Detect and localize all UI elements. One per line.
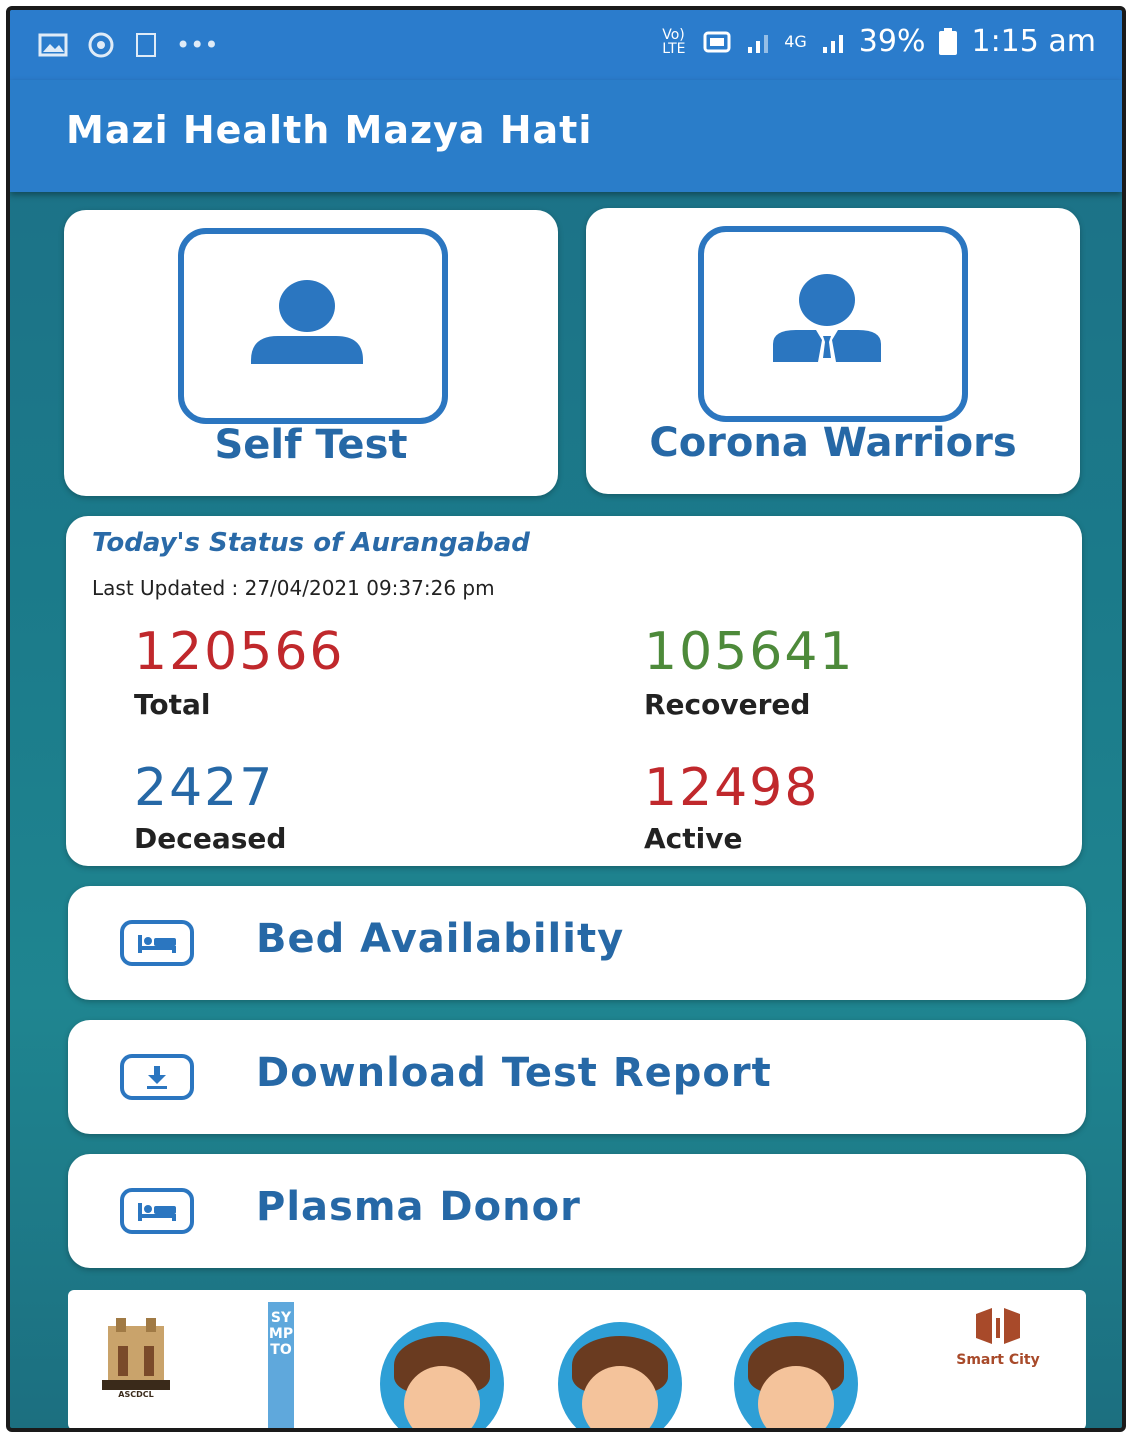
total-value: 120566: [134, 622, 345, 682]
screenshot-icon: [136, 33, 156, 57]
bed-icon: [120, 1188, 194, 1234]
deceased-label: Deceased: [134, 822, 287, 855]
notification-icons: •••: [38, 30, 218, 60]
self-test-label: Self Test: [214, 422, 408, 468]
corona-warriors-icon-box: [698, 226, 968, 422]
bed-icon: [120, 920, 194, 966]
last-updated: Last Updated : 27/04/2021 09:37:26 pm: [92, 576, 495, 600]
system-indicators: Vo) LTE 4G 39% 1:15 am: [662, 24, 1096, 59]
clock: 1:15 am: [971, 24, 1096, 59]
more-notifications-icon: •••: [176, 31, 219, 59]
menu-bed-availability[interactable]: Bed Availability: [68, 886, 1086, 1000]
plasma-donor-label: Plasma Donor: [256, 1184, 581, 1230]
battery-percent: 39%: [858, 24, 926, 59]
download-icon: [120, 1054, 194, 1100]
symptoms-label: SYMPTO: [268, 1302, 294, 1428]
status-bar: ••• Vo) LTE 4G 39% 1:15 am: [10, 10, 1122, 80]
deceased-value: 2427: [134, 758, 275, 818]
recovered-value: 105641: [644, 622, 855, 682]
status-title: Today's Status of Aurangabad: [92, 528, 530, 558]
phone-frame: ••• Vo) LTE 4G 39% 1:15 am Mazi Health M…: [6, 6, 1126, 1432]
signal-icon: [748, 34, 769, 53]
sneezing-child-icon: [380, 1322, 504, 1428]
total-label: Total: [134, 688, 211, 721]
menu-plasma-donor[interactable]: Plasma Donor: [68, 1154, 1086, 1268]
suit-person-icon: [773, 274, 881, 362]
network-type: 4G: [784, 32, 807, 51]
person-icon: [251, 280, 363, 364]
signal-icon-2: [822, 34, 843, 53]
status-card: Today's Status of Aurangabad Last Update…: [66, 516, 1082, 866]
smart-city-label: Smart City: [956, 1352, 1040, 1368]
corona-warriors-tile[interactable]: Corona Warriors: [586, 208, 1080, 494]
gallery-icon: [38, 33, 68, 57]
battery-icon: [939, 27, 958, 55]
cast-icon: [703, 31, 731, 52]
active-value: 12498: [644, 758, 820, 818]
corona-warriors-label: Corona Warriors: [649, 420, 1017, 466]
active-label: Active: [644, 822, 743, 855]
fever-child-icon: [734, 1322, 858, 1428]
ascdcl-logo: ASCDCL: [98, 1316, 174, 1408]
smart-city-logo: Smart City: [948, 1304, 1048, 1414]
headache-child-icon: [558, 1322, 682, 1428]
sync-icon: [88, 32, 114, 58]
recovered-label: Recovered: [644, 688, 811, 721]
menu-download-test-report[interactable]: Download Test Report: [68, 1020, 1086, 1134]
app-title: Mazi Health Mazya Hati: [66, 108, 593, 152]
app-bar: Mazi Health Mazya Hati: [10, 80, 1122, 192]
self-test-tile[interactable]: Self Test: [64, 210, 558, 496]
bed-availability-label: Bed Availability: [256, 916, 625, 962]
download-test-report-label: Download Test Report: [256, 1050, 772, 1096]
self-test-icon-box: [178, 228, 448, 424]
symptoms-banner[interactable]: ASCDCL SYMPTO Smart City: [68, 1290, 1086, 1428]
volte-label: Vo) LTE: [662, 26, 686, 57]
ascdcl-label: ASCDCL: [118, 1390, 154, 1399]
